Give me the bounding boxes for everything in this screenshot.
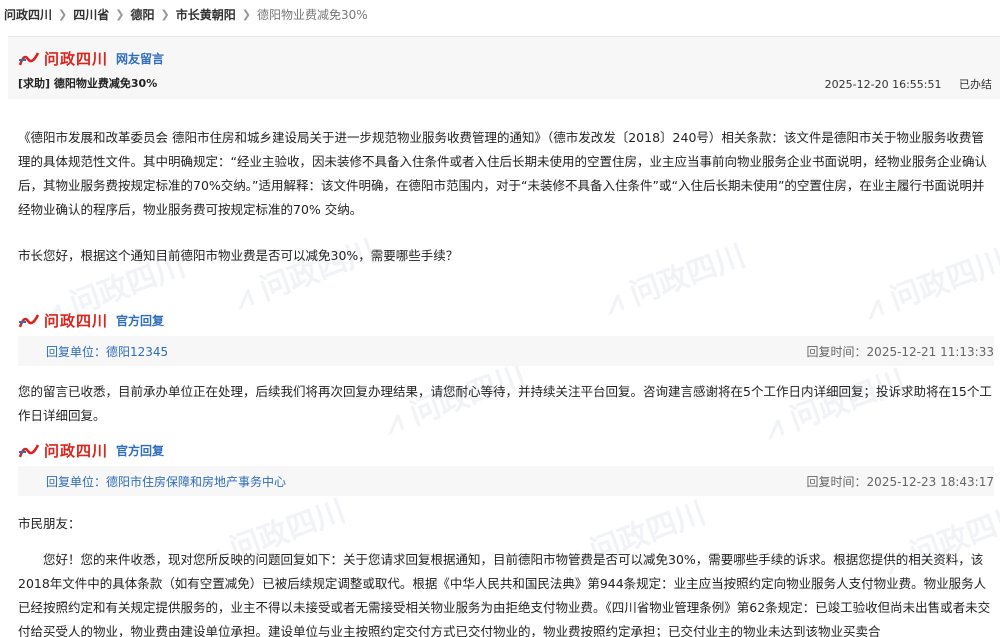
reply-1-brand: 问政四川 官方回复 [18,310,164,331]
breadcrumb-item-wzsc[interactable]: 问政四川 [4,6,52,23]
brand-name: 问政四川 [44,50,109,68]
reply-1-unit: 回复单位：德阳12345 [46,345,169,359]
reply-2-brand: 问政四川 官方回复 [18,440,164,461]
brand-name: 问政四川 [44,312,109,330]
request-body: 《德阳市发展和改革委员会 德阳市住房和城乡建设局关于进一步规范物业服务收费管理的… [18,130,987,217]
breadcrumb: 问政四川 ❯ 四川省 ❯ 德阳 ❯ 市长黄朝阳 ❯ 德阳物业费减免30% [0,0,1000,28]
status-badge: 已办结 [959,78,992,91]
breadcrumb-separator-icon: ❯ [115,7,125,21]
request-title: [求助] 德阳物业费减免30% [18,77,158,90]
wzsc-logo-icon [18,313,40,327]
request-header-card: 问政四川 网友留言 [求助] 德阳物业费减免30% 2025-12-20 16:… [8,36,1000,99]
breadcrumb-item-city[interactable]: 德阳 [130,6,154,23]
reply-2-time: 回复时间：2025-12-23 18:43:17 [806,475,994,489]
breadcrumb-separator-icon: ❯ [160,7,170,21]
breadcrumb-item-province[interactable]: 四川省 [73,6,109,23]
reply-1-meta: 回复单位：德阳12345 回复时间：2025-12-21 11:13:33 [18,336,994,366]
request-timestamp: 2025-12-20 16:55:51 [824,78,942,91]
reply-2-body: 您好！您的来件收悉，现对您所反映的问题回复如下：关于您请求回复根据通知，目前德阳… [18,552,991,637]
request-section-label: 网友留言 [116,52,165,66]
wzsc-logo-icon [18,443,40,457]
breadcrumb-separator-icon: ❯ [241,7,251,21]
request-brand: 问政四川 网友留言 [18,48,164,69]
reply-2-section-label: 官方回复 [116,444,165,458]
brand-name: 问政四川 [44,442,109,460]
wzsc-logo-icon [18,51,40,65]
reply-1-body: 您的留言已收悉，目前承办单位正在处理，后续我们将再次回复办理结果，请您耐心等待，… [18,384,992,423]
reply-1-section-label: 官方回复 [116,314,165,328]
reply-2-greeting: 市民朋友： [18,516,81,531]
breadcrumb-item-current: 德阳物业费减免30% [256,7,368,22]
reply-1-time: 回复时间：2025-12-21 11:13:33 [806,345,994,359]
breadcrumb-item-mayor[interactable]: 市长黄朝阳 [176,6,236,23]
breadcrumb-separator-icon: ❯ [58,7,68,21]
reply-2-meta: 回复单位：德阳市住房保障和房地产事务中心 回复时间：2025-12-23 18:… [18,466,994,496]
request-meta: 2025-12-20 16:55:51 已办结 [825,76,992,92]
reply-2-unit: 回复单位：德阳市住房保障和房地产事务中心 [46,475,287,489]
watermark-logo: ⩘ 问政四川 [229,233,381,317]
request-question: 市长您好，根据这个通知目前德阳市物业费是否可以减免30%，需要哪些手续？ [18,248,459,263]
